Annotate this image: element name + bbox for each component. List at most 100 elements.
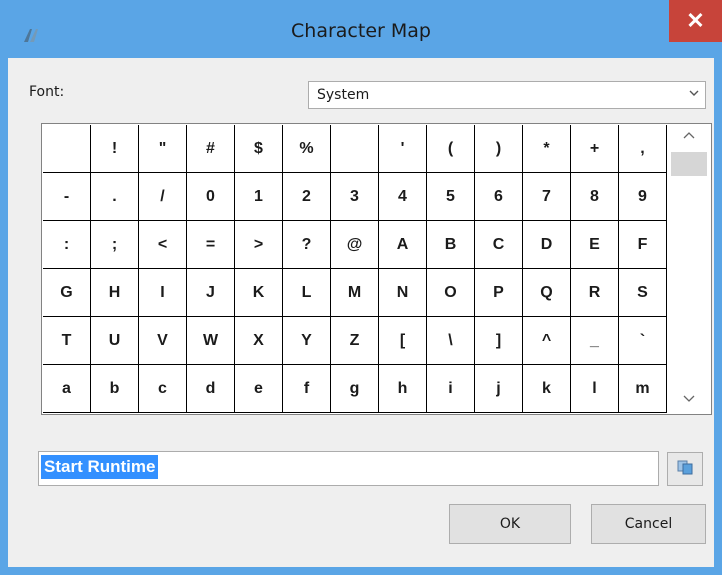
- scroll-up-button[interactable]: [668, 124, 710, 150]
- chevron-up-icon: [683, 130, 695, 144]
- character-cell[interactable]: +: [571, 125, 618, 172]
- character-cell[interactable]: g: [331, 365, 378, 412]
- characters-to-copy-field[interactable]: Start Runtime: [38, 451, 659, 486]
- character-cell[interactable]: 9: [619, 173, 666, 220]
- close-icon: ✕: [686, 8, 705, 33]
- character-cell[interactable]: T: [43, 317, 90, 364]
- character-cell[interactable]: K: [235, 269, 282, 316]
- copy-icon: [676, 459, 694, 480]
- character-map-window: Character Map ✕ Font: System ! " # $% '() * +,…: [0, 0, 722, 575]
- character-cell[interactable]: L: [283, 269, 330, 316]
- character-cell[interactable]: M: [331, 269, 378, 316]
- character-cell[interactable]: ": [139, 125, 186, 172]
- character-grid[interactable]: ! " # $% '() * +, -./0 1 2 3 4 5 6 7 8 9:; < = >? @ A B C D E F G H I…: [43, 125, 667, 413]
- character-cell[interactable]: 6: [475, 173, 522, 220]
- character-cell[interactable]: U: [91, 317, 138, 364]
- character-cell[interactable]: W: [187, 317, 234, 364]
- character-cell[interactable]: d: [187, 365, 234, 412]
- character-cell[interactable]: `: [619, 317, 666, 364]
- character-cell[interactable]: 3: [331, 173, 378, 220]
- chevron-down-icon: [683, 392, 695, 406]
- character-cell[interactable]: F: [619, 221, 666, 268]
- character-cell[interactable]: C: [475, 221, 522, 268]
- character-cell[interactable]: I: [139, 269, 186, 316]
- character-cell[interactable]: 0: [187, 173, 234, 220]
- window-title: Character Map: [291, 20, 431, 42]
- character-cell[interactable]: N: [379, 269, 426, 316]
- character-cell[interactable]: E: [571, 221, 618, 268]
- character-cell[interactable]: <: [139, 221, 186, 268]
- character-cell[interactable]: /: [139, 173, 186, 220]
- character-cell[interactable]: H: [91, 269, 138, 316]
- character-cell[interactable]: c: [139, 365, 186, 412]
- character-cell[interactable]: 7: [523, 173, 570, 220]
- character-cell[interactable]: -: [43, 173, 90, 220]
- character-cell[interactable]: ,: [619, 125, 666, 172]
- close-button[interactable]: ✕: [669, 0, 722, 42]
- font-label: Font:: [29, 84, 65, 100]
- character-cell[interactable]: k: [523, 365, 570, 412]
- ok-button[interactable]: OK: [449, 504, 571, 544]
- character-cell[interactable]: Q: [523, 269, 570, 316]
- character-cell[interactable]: [43, 125, 90, 172]
- character-cell[interactable]: S: [619, 269, 666, 316]
- character-cell[interactable]: Y: [283, 317, 330, 364]
- scroll-thumb[interactable]: [671, 152, 707, 176]
- character-cell[interactable]: X: [235, 317, 282, 364]
- character-cell[interactable]: %: [283, 125, 330, 172]
- character-cell[interactable]: =: [187, 221, 234, 268]
- character-cell[interactable]: h: [379, 365, 426, 412]
- cancel-button[interactable]: Cancel: [591, 504, 706, 544]
- font-dropdown[interactable]: System: [308, 81, 706, 109]
- character-cell[interactable]: R: [571, 269, 618, 316]
- grid-scrollbar[interactable]: [668, 124, 710, 414]
- title-bar[interactable]: Character Map ✕: [0, 0, 722, 58]
- character-cell[interactable]: #: [187, 125, 234, 172]
- character-cell[interactable]: P: [475, 269, 522, 316]
- character-cell[interactable]: ^: [523, 317, 570, 364]
- character-cell[interactable]: ): [475, 125, 522, 172]
- chevron-down-icon: [689, 86, 699, 103]
- scroll-down-button[interactable]: [668, 386, 710, 412]
- character-cell[interactable]: 8: [571, 173, 618, 220]
- character-cell[interactable]: a: [43, 365, 90, 412]
- character-cell[interactable]: [331, 125, 378, 172]
- character-cell[interactable]: Z: [331, 317, 378, 364]
- character-cell[interactable]: ;: [91, 221, 138, 268]
- character-cell[interactable]: b: [91, 365, 138, 412]
- character-cell[interactable]: ': [379, 125, 426, 172]
- character-cell[interactable]: f: [283, 365, 330, 412]
- character-cell[interactable]: @: [331, 221, 378, 268]
- copy-button[interactable]: [667, 452, 703, 486]
- characters-to-copy-value: Start Runtime: [41, 455, 159, 479]
- character-cell[interactable]: V: [139, 317, 186, 364]
- character-cell[interactable]: _: [571, 317, 618, 364]
- character-cell[interactable]: m: [619, 365, 666, 412]
- character-cell[interactable]: J: [187, 269, 234, 316]
- character-cell[interactable]: D: [523, 221, 570, 268]
- character-cell[interactable]: ?: [283, 221, 330, 268]
- character-cell[interactable]: \: [427, 317, 474, 364]
- character-cell[interactable]: [: [379, 317, 426, 364]
- character-cell[interactable]: B: [427, 221, 474, 268]
- character-cell[interactable]: (: [427, 125, 474, 172]
- character-cell[interactable]: 4: [379, 173, 426, 220]
- character-cell[interactable]: G: [43, 269, 90, 316]
- character-cell[interactable]: ]: [475, 317, 522, 364]
- character-cell[interactable]: O: [427, 269, 474, 316]
- character-cell[interactable]: 2: [283, 173, 330, 220]
- character-cell[interactable]: l: [571, 365, 618, 412]
- character-cell[interactable]: *: [523, 125, 570, 172]
- character-cell[interactable]: A: [379, 221, 426, 268]
- character-cell[interactable]: .: [91, 173, 138, 220]
- character-cell[interactable]: 1: [235, 173, 282, 220]
- character-cell[interactable]: 5: [427, 173, 474, 220]
- character-cell[interactable]: :: [43, 221, 90, 268]
- character-cell[interactable]: i: [427, 365, 474, 412]
- character-cell[interactable]: e: [235, 365, 282, 412]
- character-cell[interactable]: !: [91, 125, 138, 172]
- character-cell[interactable]: $: [235, 125, 282, 172]
- font-dropdown-value: System: [317, 87, 370, 103]
- character-cell[interactable]: j: [475, 365, 522, 412]
- character-cell[interactable]: >: [235, 221, 282, 268]
